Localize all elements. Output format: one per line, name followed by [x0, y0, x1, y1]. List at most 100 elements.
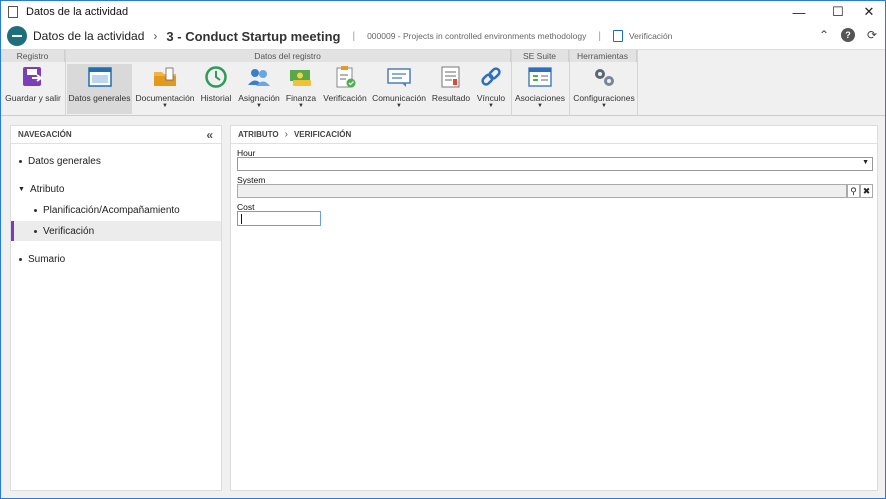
- verification-label: Verificación: [323, 93, 367, 103]
- documentation-button[interactable]: Documentación ▼: [134, 64, 196, 114]
- bullet-icon: [19, 257, 22, 261]
- save-exit-button[interactable]: Guardar y salir: [3, 64, 63, 114]
- refresh-icon[interactable]: ⟳: [864, 27, 880, 43]
- cost-input[interactable]: [237, 211, 321, 226]
- dropdown-arrow-icon: ▼: [298, 103, 304, 109]
- nav-item-general-data[interactable]: Datos generales: [11, 151, 221, 171]
- project-name: 000009 - Projects in controlled environm…: [367, 31, 587, 41]
- general-data-button[interactable]: Datos generales: [67, 64, 132, 114]
- search-button[interactable]: ⚲: [847, 184, 860, 198]
- collapse-up-icon[interactable]: ⌃: [816, 27, 832, 43]
- nav-item-summary[interactable]: Sumario: [11, 249, 221, 269]
- group-registro: Registro: [1, 50, 65, 62]
- search-icon: ⚲: [850, 185, 857, 196]
- navigation-title: NAVEGACIÓN: [18, 130, 72, 139]
- app-logo-icon: [7, 26, 27, 46]
- main-panel: ATRIBUTO › VERIFICACIÓN Hour ▼ System ⚲ …: [230, 125, 878, 491]
- general-data-label: Datos generales: [68, 93, 131, 103]
- nav-item-label: Datos generales: [28, 155, 101, 167]
- navigation-header: NAVEGACIÓN «: [11, 126, 221, 144]
- close-button[interactable]: ✕: [847, 1, 886, 23]
- window-icon: [87, 65, 113, 89]
- dropdown-arrow-icon: ▼: [488, 103, 494, 109]
- title-bar: Datos de la actividad — ☐ ✕: [1, 1, 885, 23]
- dropdown-arrow-icon: ▼: [537, 103, 543, 109]
- dropdown-arrow-icon[interactable]: ▼: [862, 159, 869, 166]
- dropdown-arrow-icon: ▼: [162, 103, 168, 109]
- history-label: Historial: [200, 93, 232, 103]
- associations-button[interactable]: Asociaciones ▼: [514, 64, 566, 114]
- navigation-panel: NAVEGACIÓN « Datos generales ▼ Atributo …: [10, 125, 222, 491]
- assignment-button[interactable]: Asignación ▼: [237, 64, 281, 114]
- document-icon: [8, 6, 18, 18]
- header-bar: Datos de la actividad › 3 - Conduct Star…: [1, 23, 885, 49]
- folder-icon: [152, 65, 178, 89]
- bullet-icon: [19, 159, 22, 163]
- group-divider: [569, 50, 570, 116]
- finance-label: Finanza: [285, 93, 317, 103]
- link-icon: [478, 65, 504, 89]
- chevron-right-icon: ›: [284, 129, 288, 140]
- result-label: Resultado: [431, 93, 471, 103]
- history-button[interactable]: Historial: [198, 64, 234, 114]
- minimize-button[interactable]: —: [777, 1, 821, 23]
- settings-label: Configuraciones: [573, 93, 635, 103]
- history-icon: [203, 65, 229, 89]
- dropdown-arrow-icon: ▼: [256, 103, 262, 109]
- verification-button[interactable]: Verificación: [322, 64, 368, 114]
- finance-button[interactable]: Finanza ▼: [284, 64, 318, 114]
- eraser-icon: ✖: [862, 185, 871, 196]
- link-label: Vínculo: [476, 93, 506, 103]
- group-datos-registro: Datos del registro: [65, 50, 511, 62]
- hour-select[interactable]: ▼: [237, 157, 873, 171]
- checklist-icon: [612, 30, 623, 42]
- chevron-right-icon: ›: [153, 29, 158, 43]
- group-divider: [637, 50, 638, 116]
- group-herramientas: Herramientas: [569, 50, 637, 62]
- divider: |: [598, 30, 601, 42]
- users-icon: [246, 65, 272, 89]
- app-window: Datos de la actividad — ☐ ✕ Datos de la …: [0, 0, 886, 499]
- group-divider: [65, 50, 66, 116]
- ribbon-toolbar: Registro Datos del registro SE Suite Her…: [1, 49, 885, 116]
- current-section: Verificación: [628, 31, 673, 41]
- caret-down-icon[interactable]: ▼: [18, 186, 25, 193]
- checklist-icon: [332, 65, 358, 89]
- bullet-icon: [34, 229, 37, 233]
- nav-item-label: Verificación: [43, 225, 95, 237]
- money-icon: [288, 65, 314, 89]
- nav-item-planning[interactable]: Planificación/Acompañamiento: [11, 200, 221, 220]
- divider: |: [352, 30, 356, 42]
- dropdown-arrow-icon: ▼: [396, 103, 402, 109]
- associations-icon: [527, 65, 553, 89]
- message-icon: [386, 65, 412, 89]
- group-se-suite: SE Suite: [511, 50, 569, 62]
- communication-button[interactable]: Comunicación ▼: [372, 64, 426, 114]
- nav-item-label: Sumario: [28, 253, 66, 265]
- report-icon: [438, 65, 464, 89]
- section-breadcrumb: ATRIBUTO › VERIFICACIÓN: [231, 126, 877, 144]
- breadcrumb-parent[interactable]: ATRIBUTO: [238, 130, 279, 139]
- clear-button[interactable]: ✖: [860, 184, 873, 198]
- nav-item-verification[interactable]: Verificación: [11, 221, 221, 241]
- nav-item-label: Planificación/Acompañamiento: [43, 204, 180, 216]
- dropdown-arrow-icon: ▼: [601, 103, 607, 109]
- breadcrumb-root[interactable]: Datos de la actividad: [33, 29, 144, 43]
- associations-label: Asociaciones: [514, 93, 566, 103]
- breadcrumb-current: VERIFICACIÓN: [293, 130, 352, 139]
- assignment-label: Asignación: [238, 93, 280, 103]
- gears-icon: [591, 65, 617, 89]
- window-title: Datos de la actividad: [26, 6, 129, 18]
- save-exit-icon: [20, 65, 46, 89]
- nav-item-attribute[interactable]: ▼ Atributo: [11, 179, 221, 199]
- help-icon[interactable]: ?: [841, 28, 855, 42]
- settings-button[interactable]: Configuraciones ▼: [572, 64, 636, 114]
- result-button[interactable]: Resultado: [431, 64, 471, 114]
- collapse-left-icon[interactable]: «: [206, 128, 213, 142]
- text-caret: [241, 214, 242, 224]
- link-button[interactable]: Vínculo ▼: [474, 64, 508, 114]
- communication-label: Comunicación: [372, 93, 426, 103]
- nav-item-label: Atributo: [29, 183, 65, 195]
- bullet-icon: [34, 208, 37, 212]
- system-field[interactable]: [237, 184, 847, 198]
